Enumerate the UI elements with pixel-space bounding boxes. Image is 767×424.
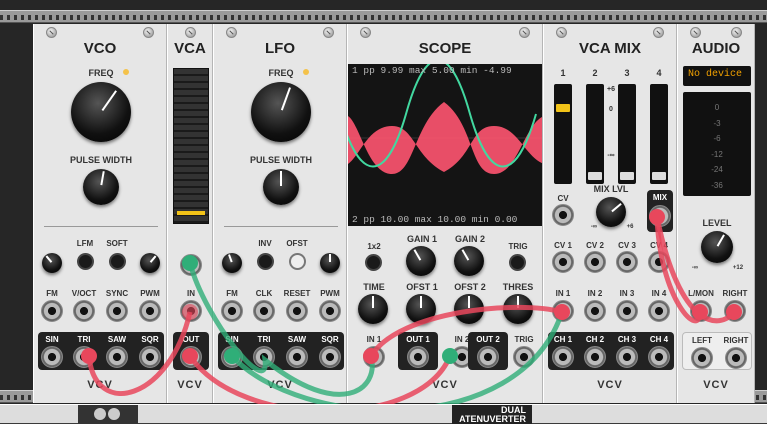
logo-icon [94,408,106,420]
cable-plug[interactable] [442,348,458,364]
cable-plug[interactable] [363,348,379,364]
rack: VCO FREQ PULSE WIDTH LFM SOFT FM V/OCT S… [0,0,767,424]
cable-red[interactable] [654,216,736,324]
cable-plug[interactable] [649,209,665,225]
cable-green[interactable] [230,311,565,413]
logo-icon [108,408,120,420]
bottom-row: DUAL ATENUVERTER [0,404,767,424]
cable-plug[interactable] [692,304,708,320]
cable-plug[interactable] [182,304,198,320]
cable-red[interactable] [368,304,563,358]
cable-plug[interactable] [81,348,97,364]
cable-plug[interactable] [726,304,742,320]
cable-plug[interactable] [182,255,198,271]
cable-plug[interactable] [182,348,198,364]
cable-plug[interactable] [224,348,240,364]
cables-layer [81,209,742,414]
bottom-module-dark [78,405,138,424]
dual-atenuverter: DUAL ATENUVERTER [452,405,532,424]
cable-plug[interactable] [554,304,570,320]
cable-green[interactable] [187,262,375,397]
cable-red[interactable] [86,311,193,396]
